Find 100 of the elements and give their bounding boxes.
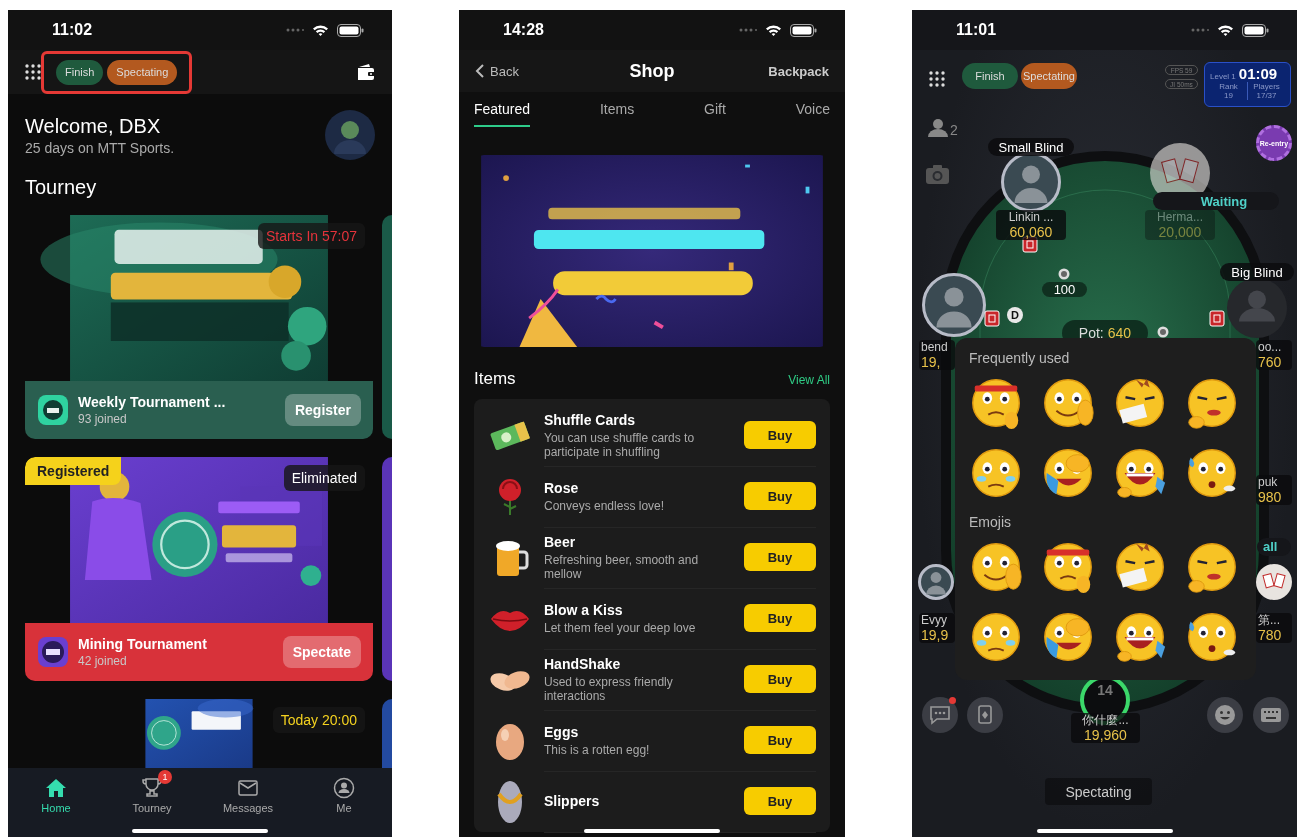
level-label: Level 1 (1210, 72, 1236, 81)
nav-tab[interactable]: Tourney 1 (104, 768, 200, 827)
view-all-link[interactable]: View All (788, 373, 830, 387)
tournament-card[interactable]: Today 20:00 (25, 699, 373, 768)
chat-icon (928, 703, 952, 727)
action-button[interactable]: Register (284, 394, 361, 426)
home-icon (45, 777, 67, 799)
viewer-count: 2 (950, 122, 958, 138)
chip-stack: 19,960 (1084, 727, 1127, 743)
player-avatar (1256, 564, 1292, 600)
item-name: Beer (544, 533, 577, 550)
player-name: 第... (1258, 613, 1280, 627)
turn-timer: 14 (1096, 682, 1114, 698)
item-description: Used to express friendly interactions (544, 674, 674, 703)
stat-label: Rank (1219, 82, 1238, 91)
spectating-button[interactable]: Spectating (107, 59, 178, 85)
section-heading: Frequently used (968, 350, 1071, 368)
item-name: Eggs (544, 723, 580, 740)
backpack-link[interactable]: Backpack (768, 63, 829, 79)
nav-tab[interactable]: Messages (200, 768, 296, 827)
pot-value: 640 (1107, 325, 1132, 341)
item-description: This is a rotten egg! (544, 742, 651, 757)
buy-button[interactable]: Buy (744, 421, 816, 449)
trophy-icon (141, 777, 163, 799)
battery-icon (790, 23, 817, 37)
buy-button[interactable]: Buy (744, 482, 816, 510)
clock: 11:01 (956, 21, 997, 39)
item-description: Refreshing beer, smooth and mellow (544, 552, 700, 581)
category-tab[interactable]: Voice (795, 101, 830, 127)
blind-tag: Small Blind (988, 138, 1074, 156)
item-name: Rose (544, 479, 580, 496)
finish-button[interactable]: Finish (962, 63, 1018, 89)
player-name: oo... (1258, 340, 1282, 354)
player-avatar (922, 273, 986, 337)
buy-button[interactable]: Buy (744, 665, 816, 693)
chip-stack: 60,060 (1009, 224, 1053, 240)
buy-button[interactable]: Buy (744, 604, 816, 632)
section-title: Items (474, 369, 516, 389)
emoji-button[interactable] (1207, 697, 1243, 733)
battery-icon (337, 23, 364, 37)
item-name: Shuffle Cards (544, 411, 636, 428)
item-name: Slippers (544, 793, 601, 809)
menu-icon[interactable] (928, 70, 946, 88)
back-button[interactable]: Back (475, 63, 630, 79)
spectating-button[interactable]: Spectating (1021, 63, 1077, 89)
nav-tab[interactable]: Me (296, 768, 392, 827)
buy-button[interactable]: Buy (744, 787, 816, 815)
signal-icon (1191, 28, 1209, 32)
tournament-card[interactable]: Registered Eliminated Mining Tournament 42 joined Spectate (25, 457, 373, 681)
tournament-card[interactable]: Starts In 57:07 Weekly Tournament ... 93 joined Register (25, 215, 373, 439)
tournament-logo-icon (37, 394, 69, 426)
welcome-title: Welcome, DBX (25, 114, 162, 138)
menu-icon[interactable] (24, 63, 42, 81)
player-avatar (1227, 278, 1287, 338)
item-name: Blow a Kiss (544, 601, 624, 618)
signal-icon (286, 28, 304, 32)
section-heading: Emojis (968, 514, 1012, 532)
finish-button[interactable]: Finish (56, 59, 104, 85)
item-description: You can use shuffle cards to participate in shuffling (544, 430, 696, 459)
joined-count: 42 joined (78, 654, 128, 668)
tournament-name: Mining Tournament (78, 636, 208, 652)
blind-tag: Big Blind (1220, 263, 1294, 281)
player-name: 你什麼... (1082, 713, 1129, 727)
category-tab[interactable]: Featured (474, 101, 531, 127)
keyboard-button[interactable] (1253, 697, 1289, 733)
page-title: Shop (629, 60, 675, 82)
card-back-icon (984, 310, 1000, 327)
section-title: Tourney (24, 175, 98, 199)
item-description: Let them feel your deep love (544, 620, 697, 635)
wifi-icon (765, 23, 782, 37)
battery-icon (1242, 23, 1269, 37)
player-name: bend (921, 340, 948, 354)
stat-value: 17/37 (1256, 91, 1277, 100)
player-name: Herma... (1157, 210, 1203, 224)
chip-stack: 780 (1258, 627, 1282, 643)
wallet-icon[interactable] (356, 64, 376, 80)
clock: 11:02 (52, 21, 93, 39)
back-icon (475, 63, 485, 79)
wifi-icon (312, 23, 329, 37)
status-tag: all (1257, 538, 1291, 556)
status-tag: Waiting (1153, 192, 1279, 210)
stat-label: Players (1253, 82, 1280, 91)
clock: 14:28 (503, 21, 544, 39)
registered-tag: Registered (25, 457, 122, 485)
tournament-logo-icon (37, 636, 69, 668)
joined-count: 93 joined (78, 412, 128, 426)
buy-button[interactable]: Buy (744, 726, 816, 754)
player-name: Linkin ... (1008, 210, 1054, 224)
bet-amount: 100 (1042, 282, 1087, 297)
chip-stack: 760 (1258, 354, 1282, 370)
player-name: Evyy (921, 613, 947, 627)
chat-button[interactable] (922, 697, 958, 733)
notification-badge: 1 (158, 770, 172, 784)
profile-avatar[interactable] (325, 110, 375, 160)
category-tab[interactable]: Items (599, 101, 635, 127)
nav-tab[interactable]: Home (8, 768, 104, 827)
category-tab[interactable]: Gift (704, 101, 726, 127)
signal-icon (739, 28, 757, 32)
buy-button[interactable]: Buy (744, 543, 816, 571)
cards-button[interactable] (967, 697, 1003, 733)
